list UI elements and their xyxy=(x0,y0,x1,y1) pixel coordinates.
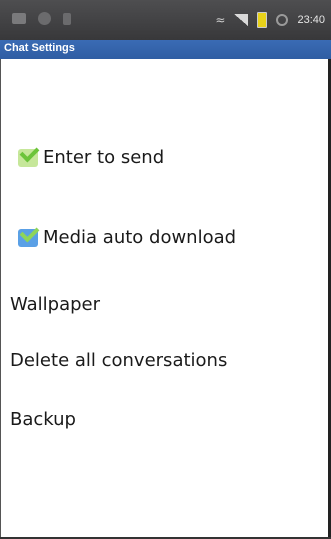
delete-all-conversations-item[interactable]: Delete all conversations xyxy=(0,350,331,371)
wifi-icon: ≈ xyxy=(215,13,226,27)
battery-icon xyxy=(257,12,268,28)
delete-all-conversations-label: Delete all conversations xyxy=(10,350,228,371)
checkmark-icon[interactable] xyxy=(18,142,40,167)
android-icon xyxy=(38,12,51,25)
alarm-icon xyxy=(276,14,289,26)
device-frame-left xyxy=(0,59,1,539)
page-title: Chat Settings xyxy=(4,42,75,54)
usb-icon xyxy=(63,12,71,25)
status-bar-system: ≈ 23:40 xyxy=(215,12,325,28)
wallpaper-item[interactable]: Wallpaper xyxy=(0,294,331,315)
signal-icon xyxy=(234,14,249,26)
backup-item[interactable]: Backup xyxy=(0,409,331,430)
media-auto-download-checkbox-row[interactable]: Media auto download xyxy=(0,222,331,248)
status-bar-notifications xyxy=(12,12,71,25)
notification-icon xyxy=(12,13,26,24)
status-clock: 23:40 xyxy=(297,14,325,26)
media-auto-download-label: Media auto download xyxy=(43,227,237,248)
enter-to-send-checkbox-row[interactable]: Enter to send xyxy=(0,142,331,168)
backup-label: Backup xyxy=(10,409,76,430)
title-bar: Chat Settings xyxy=(0,40,331,59)
wallpaper-label: Wallpaper xyxy=(10,294,101,315)
enter-to-send-label: Enter to send xyxy=(43,147,165,168)
status-bar: ≈ 23:40 xyxy=(0,0,331,40)
checkmark-icon[interactable] xyxy=(18,222,40,247)
